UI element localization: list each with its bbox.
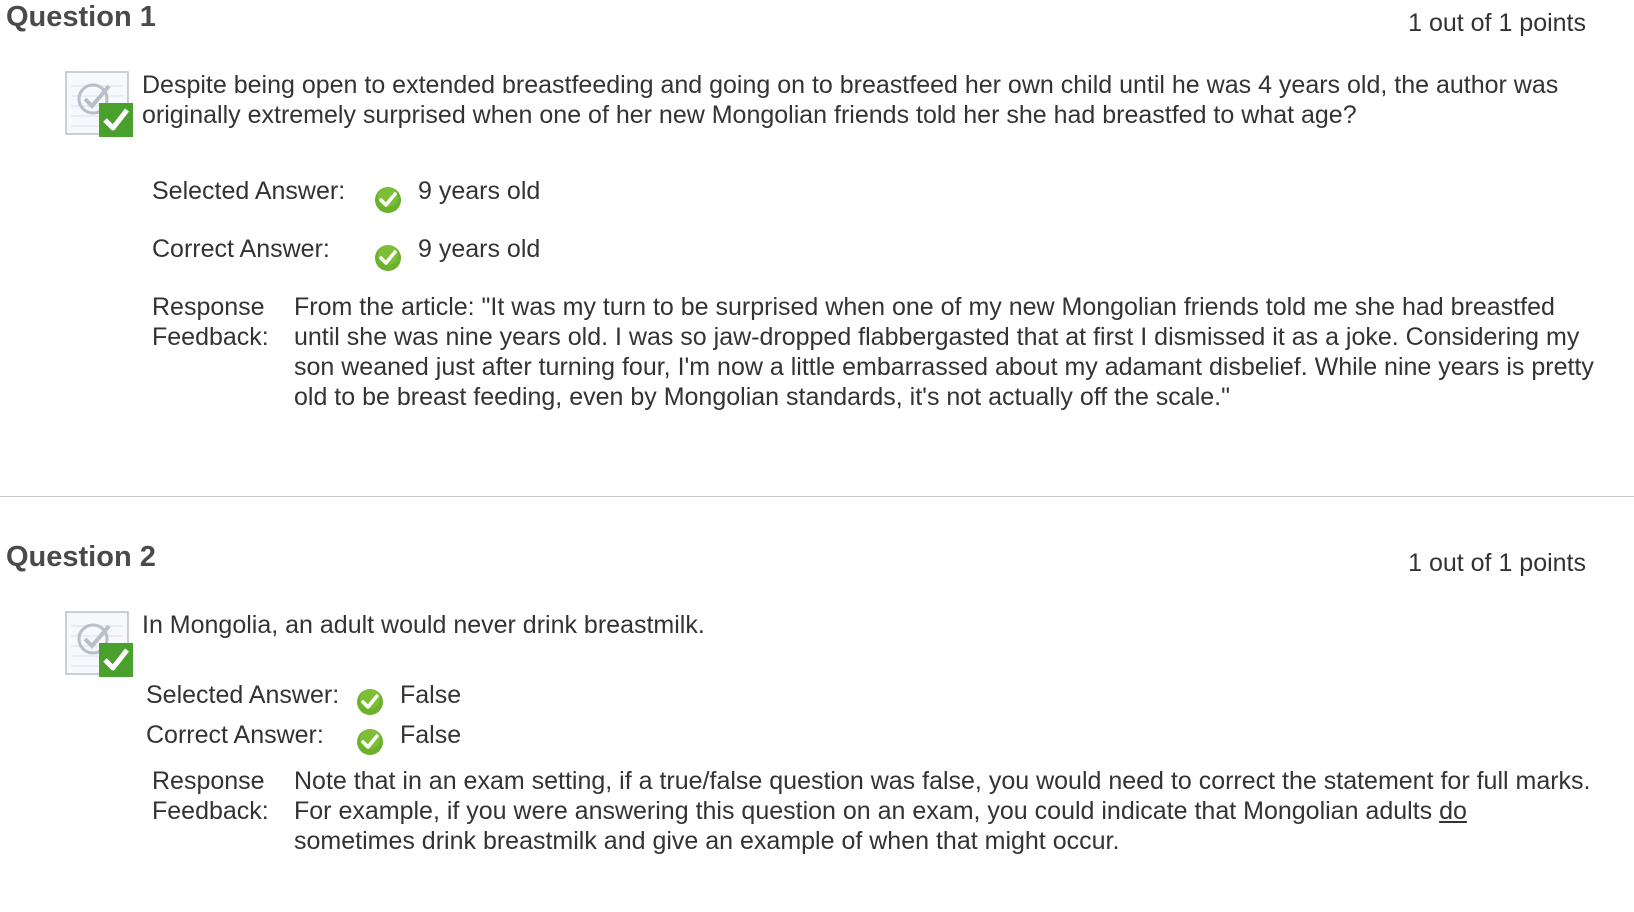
check-icon xyxy=(375,245,401,271)
feedback-text-part-1: Note that in an exam setting, if a true/… xyxy=(294,767,1591,825)
correct-answer-label: Correct Answer: xyxy=(146,721,324,749)
question-divider xyxy=(0,496,1634,497)
question-title: Question 2 xyxy=(6,541,156,573)
graded-correct-icon xyxy=(65,611,133,677)
question-title: Question 1 xyxy=(6,1,156,33)
selected-answer-label: Selected Answer: xyxy=(152,177,346,205)
response-feedback-label: Response Feedback: xyxy=(152,766,292,826)
correct-answer-value: False xyxy=(400,721,462,749)
response-feedback-label: Response Feedback: xyxy=(152,292,292,352)
question-points: 1 out of 1 points xyxy=(1408,549,1586,577)
question-text: In Mongolia, an adult would never drink … xyxy=(142,611,705,639)
question-1: Question 1 1 out of 1 points Despite bei… xyxy=(0,0,1634,497)
selected-answer-value: False xyxy=(400,681,462,709)
question-text: Despite being open to extended breastfee… xyxy=(142,71,1559,129)
check-icon xyxy=(357,689,383,715)
selected-answer-label: Selected Answer: xyxy=(146,681,340,709)
response-feedback-label-line2: Feedback: xyxy=(152,323,269,351)
feedback-text-part-2: sometimes drink breastmilk and give an e… xyxy=(294,827,1120,855)
response-feedback-label-line1: Response xyxy=(152,767,265,795)
question-2: Question 2 1 out of 1 points In Mongolia… xyxy=(0,518,1634,912)
correct-answer-value: 9 years old xyxy=(418,235,541,263)
question-points: 1 out of 1 points xyxy=(1408,9,1586,37)
correct-answer-label: Correct Answer: xyxy=(152,235,330,263)
feedback-emphasis: do xyxy=(1439,797,1467,825)
response-feedback-label-line1: Response xyxy=(152,293,265,321)
response-feedback-text: Note that in an exam setting, if a true/… xyxy=(294,766,1594,856)
response-feedback-label-line2: Feedback: xyxy=(152,797,269,825)
check-icon xyxy=(357,729,383,755)
response-feedback-text: From the article: "It was my turn to be … xyxy=(294,293,1594,411)
selected-answer-value: 9 years old xyxy=(418,177,541,205)
check-icon xyxy=(375,187,401,213)
graded-correct-icon xyxy=(65,71,133,137)
